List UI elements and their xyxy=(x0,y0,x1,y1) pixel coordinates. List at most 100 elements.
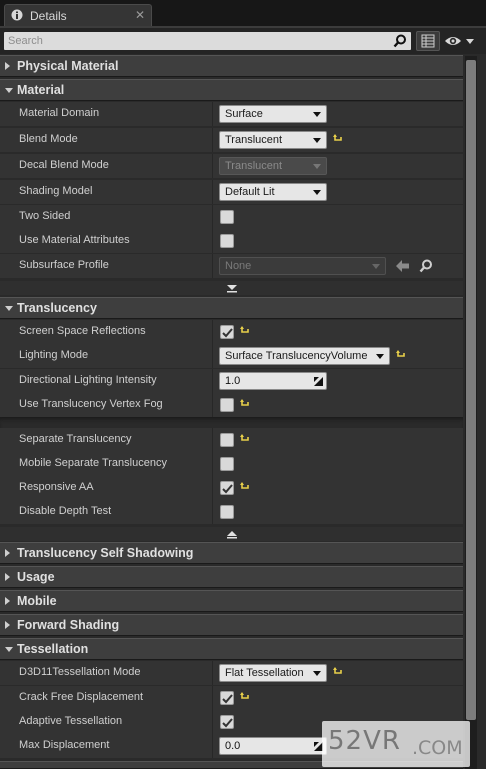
column-splitter[interactable] xyxy=(212,229,213,253)
property-matrix-button[interactable] xyxy=(416,31,440,51)
category-usage[interactable]: Usage xyxy=(0,566,463,588)
watermark-logo: 52VR .COM xyxy=(322,721,470,767)
category-forward-shading[interactable]: Forward Shading xyxy=(0,614,463,636)
column-splitter[interactable] xyxy=(212,734,213,758)
column-splitter[interactable] xyxy=(212,344,213,368)
category-label: Translucency xyxy=(17,301,97,315)
category-mobile[interactable]: Mobile xyxy=(0,590,463,612)
column-splitter[interactable] xyxy=(212,500,213,524)
column-splitter[interactable] xyxy=(212,128,213,152)
reset-to-default-icon[interactable] xyxy=(396,350,406,360)
lighting-mode-combo[interactable]: Surface TranslucencyVolume xyxy=(219,347,390,365)
max-displacement-input[interactable]: 0.0 xyxy=(219,737,327,755)
close-icon[interactable]: ✕ xyxy=(135,8,145,22)
column-splitter[interactable] xyxy=(212,180,213,204)
tab-title: Details xyxy=(30,9,67,23)
checkmark-icon xyxy=(222,718,233,728)
collapse-arrow-icon xyxy=(5,88,13,93)
column-splitter[interactable] xyxy=(212,102,213,126)
property-row-subsurface-profile: Subsurface Profile None xyxy=(0,254,463,278)
search-field[interactable] xyxy=(4,32,411,50)
property-label: Adaptive Tessellation xyxy=(19,715,123,727)
category-label: Material xyxy=(17,83,65,97)
disable-depth-test-checkbox[interactable] xyxy=(220,505,234,519)
separate-translucency-checkbox[interactable] xyxy=(220,433,234,447)
category-label: Tessellation xyxy=(17,642,89,656)
property-label: Lighting Mode xyxy=(19,349,89,361)
column-splitter[interactable] xyxy=(212,452,213,476)
property-label: Two Sided xyxy=(19,210,71,222)
use-selected-arrow-icon[interactable] xyxy=(396,260,410,272)
column-splitter[interactable] xyxy=(212,686,213,710)
advanced-section-divider xyxy=(0,417,463,428)
category-tessellation[interactable]: Tessellation xyxy=(0,638,463,660)
expand-arrow-icon xyxy=(5,549,10,557)
property-row-screen-space-reflections: Screen Space Reflections xyxy=(0,320,463,344)
view-options-button[interactable] xyxy=(443,32,477,50)
property-label: Subsurface Profile xyxy=(19,259,109,271)
property-row-responsive-aa: Responsive AA xyxy=(0,476,463,500)
use-material-attributes-checkbox[interactable] xyxy=(220,234,234,248)
two-sided-checkbox[interactable] xyxy=(220,210,234,224)
drag-handle-icon[interactable] xyxy=(314,377,323,386)
chevron-down-icon xyxy=(376,354,384,359)
advanced-collapse-button[interactable] xyxy=(0,527,463,541)
property-label: Disable Depth Test xyxy=(19,505,112,517)
category-material[interactable]: Material xyxy=(0,79,463,101)
column-splitter[interactable] xyxy=(212,476,213,500)
column-splitter[interactable] xyxy=(212,205,213,229)
column-splitter[interactable] xyxy=(212,428,213,452)
column-splitter[interactable] xyxy=(212,710,213,734)
column-splitter[interactable] xyxy=(212,154,213,178)
collapse-arrow-icon xyxy=(5,647,13,652)
column-splitter[interactable] xyxy=(212,393,213,417)
scrollbar-thumb[interactable] xyxy=(466,60,476,720)
property-label: Blend Mode xyxy=(19,133,78,145)
property-row-blend-mode: Blend Mode Translucent xyxy=(0,128,463,152)
shading-model-combo[interactable]: Default Lit xyxy=(219,183,327,201)
reset-to-default-icon[interactable] xyxy=(240,326,250,336)
category-translucency[interactable]: Translucency xyxy=(0,297,463,319)
screen-space-reflections-checkbox[interactable] xyxy=(220,325,234,339)
subsurface-profile-combo[interactable]: None xyxy=(219,257,386,275)
reset-to-default-icon[interactable] xyxy=(240,482,250,492)
info-icon xyxy=(11,9,23,21)
reset-to-default-icon[interactable] xyxy=(240,434,250,444)
adaptive-tessellation-checkbox[interactable] xyxy=(220,715,234,729)
material-domain-combo[interactable]: Surface xyxy=(219,105,327,123)
property-label: Material Domain xyxy=(19,107,100,119)
combo-value: Flat Tessellation xyxy=(225,667,304,679)
column-splitter[interactable] xyxy=(212,369,213,393)
expand-arrow-icon xyxy=(5,597,10,605)
responsive-aa-checkbox[interactable] xyxy=(220,481,234,495)
collapse-arrow-icon xyxy=(5,306,13,311)
crack-free-displacement-checkbox[interactable] xyxy=(220,691,234,705)
combo-value: Translucent xyxy=(225,134,283,146)
chevron-down-icon xyxy=(313,112,321,117)
chevron-down-icon xyxy=(313,671,321,676)
use-translucency-vertex-fog-checkbox[interactable] xyxy=(220,398,234,412)
reset-to-default-icon[interactable] xyxy=(333,667,343,677)
search-icon[interactable] xyxy=(393,34,407,48)
category-translucency-self-shadowing[interactable]: Translucency Self Shadowing xyxy=(0,542,463,564)
checkmark-icon xyxy=(222,694,233,704)
column-splitter[interactable] xyxy=(212,320,213,344)
browse-search-icon[interactable] xyxy=(419,259,433,273)
mobile-separate-translucency-checkbox[interactable] xyxy=(220,457,234,471)
blend-mode-combo[interactable]: Translucent xyxy=(219,131,327,149)
numeric-value: 0.0 xyxy=(225,740,241,752)
search-input[interactable] xyxy=(8,33,388,49)
column-splitter[interactable] xyxy=(212,661,213,685)
category-physical-material[interactable]: Physical Material xyxy=(0,55,463,77)
property-label: Crack Free Displacement xyxy=(19,691,144,703)
column-splitter[interactable] xyxy=(212,254,213,278)
reset-to-default-icon[interactable] xyxy=(240,692,250,702)
tessellation-mode-combo[interactable]: Flat Tessellation xyxy=(219,664,327,682)
advanced-expand-button[interactable] xyxy=(0,281,463,295)
reset-to-default-icon[interactable] xyxy=(333,134,343,144)
reset-to-default-icon[interactable] xyxy=(240,399,250,409)
directional-lighting-intensity-input[interactable]: 1.0 xyxy=(219,372,327,390)
chevron-down-icon xyxy=(313,138,321,143)
property-row-separate-translucency: Separate Translucency xyxy=(0,428,463,452)
tab-details[interactable]: Details ✕ xyxy=(4,4,152,26)
